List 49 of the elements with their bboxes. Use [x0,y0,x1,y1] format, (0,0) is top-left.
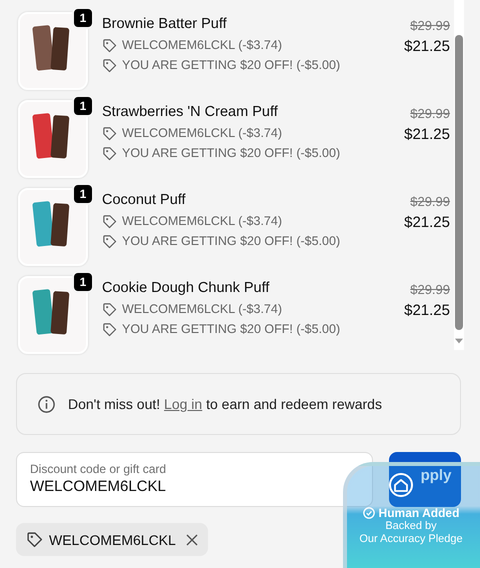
discount-code-field[interactable]: Discount code or gift card WELCOMEM6LCKL [16,452,373,507]
discount-text: YOU ARE GETTING $20 OFF! (-$5.00) [122,322,340,336]
tag-icon [102,234,117,248]
tag-icon [26,531,43,548]
discount-text: YOU ARE GETTING $20 OFF! (-$5.00) [122,58,340,72]
quantity-badge: 1 [72,95,94,117]
check-icon [362,507,375,519]
scroll-down-arrow-icon[interactable] [455,338,463,344]
price: $21.25 [404,126,450,143]
product-name: Coconut Puff [102,192,187,208]
tag-icon [102,126,117,140]
badge-text: Backed by [385,520,437,533]
product-name: Strawberries 'N Cream Puff [102,104,279,120]
product-name: Brownie Batter Puff [102,16,228,32]
discount-text: YOU ARE GETTING $20 OFF! (-$5.00) [122,234,340,248]
quantity-badge: 1 [72,7,94,29]
field-value: WELCOMEM6LCKL [30,478,166,495]
close-icon[interactable] [186,534,198,546]
price: $21.25 [404,38,450,55]
product-name: Cookie Dough Chunk Puff [102,280,270,296]
tag-icon [102,322,117,336]
badge-text: Our Accuracy Pledge [359,533,463,546]
discount-text: WELCOMEM6LCKL (-$3.74) [122,302,282,316]
rewards-text: to earn and redeem rewards [206,396,382,412]
price: $21.25 [404,214,450,231]
price: $21.25 [404,302,450,319]
tag-icon [102,302,117,316]
tag-icon [102,146,117,160]
badge-title: Human Added [378,506,460,520]
tag-icon [102,38,117,52]
discount-text: WELCOMEM6LCKL (-$3.74) [122,38,282,52]
rewards-text: Don't miss out! [68,396,160,412]
login-link[interactable]: Log in [164,396,202,412]
code-text: WELCOMEM6LCKL [49,532,176,548]
info-icon [37,394,56,414]
scrollbar[interactable] [454,0,464,350]
discount-text: WELCOMEM6LCKL (-$3.74) [122,214,282,228]
original-price: $29.99 [410,282,450,297]
tag-icon [102,214,117,228]
quantity-badge: 1 [72,271,94,293]
tag-icon [102,58,117,72]
original-price: $29.99 [410,106,450,121]
original-price: $29.99 [410,18,450,33]
discount-text: WELCOMEM6LCKL (-$3.74) [122,126,282,140]
quantity-badge: 1 [72,183,94,205]
original-price: $29.99 [410,194,450,209]
apply-button[interactable]: pply [389,452,461,507]
house-icon [388,472,414,498]
discount-text: YOU ARE GETTING $20 OFF! (-$5.00) [122,146,340,160]
